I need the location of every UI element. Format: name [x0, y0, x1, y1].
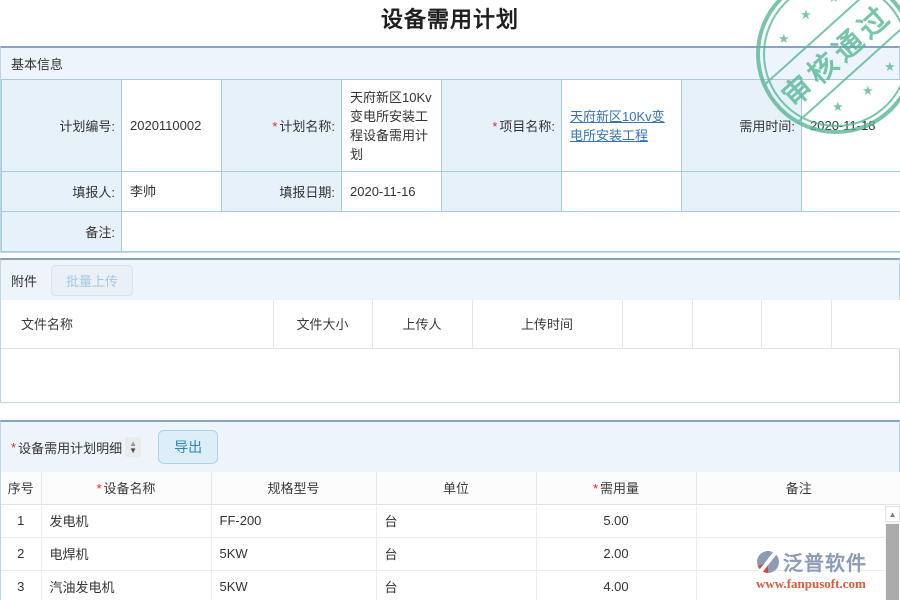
- page-title: 设备需用计划: [0, 2, 900, 34]
- cell-model: 5KW: [211, 537, 376, 570]
- need-time-value: 2020-11-18: [802, 80, 900, 172]
- col-empty: [761, 300, 831, 348]
- col-model: 规格型号: [211, 472, 376, 504]
- col-file-size: 文件大小: [273, 300, 372, 348]
- plan-name-label: *计划名称:: [222, 80, 342, 172]
- cell-name: 汽油发电机: [41, 570, 211, 600]
- empty-label-cell: [442, 172, 562, 212]
- need-time-label: 需用时间:: [682, 80, 802, 172]
- attachments-header-row: 文件名称 文件大小 上传人 上传时间: [1, 300, 900, 348]
- sort-icon[interactable]: ▲ ▼: [125, 437, 141, 457]
- cell-unit: 台: [376, 537, 536, 570]
- cell-qty: 5.00: [536, 504, 696, 537]
- scrollbar-thumb[interactable]: [886, 524, 899, 600]
- col-qty: *需用量: [536, 472, 696, 504]
- cell-name: 电焊机: [41, 537, 211, 570]
- export-button[interactable]: 导出: [158, 430, 218, 464]
- col-file-name: 文件名称: [1, 300, 273, 348]
- remark-value: [122, 212, 900, 252]
- col-empty: [831, 300, 900, 348]
- attachments-title: 附件: [11, 271, 37, 290]
- col-empty: [622, 300, 692, 348]
- col-remark: 备注: [696, 472, 900, 504]
- page: 设备需用计划 ★ ★ ★ ★ ★ ★ 审核通过 基本信息 计划编号: 20201…: [0, 0, 900, 600]
- fanpu-logo-icon: [756, 550, 780, 574]
- col-uploader: 上传人: [372, 300, 472, 348]
- attachments-section: 附件 批量上传 文件名称 文件大小 上传人 上传时间: [0, 258, 900, 403]
- cell-no: 3: [1, 570, 41, 600]
- fanpu-logo: 泛普软件 www.fanpusoft.com: [756, 547, 888, 592]
- remark-label: 备注:: [2, 212, 122, 252]
- attachments-table: 文件名称 文件大小 上传人 上传时间: [1, 300, 900, 349]
- fanpu-logo-text: 泛普软件: [783, 547, 867, 576]
- project-name-label: *项目名称:: [442, 80, 562, 172]
- detail-scrollbar[interactable]: ▲: [885, 506, 900, 600]
- col-empty: [692, 300, 761, 348]
- report-date-value: 2020-11-16: [342, 172, 442, 212]
- col-equipment-name: *设备名称: [41, 472, 211, 504]
- col-upload-time: 上传时间: [472, 300, 622, 348]
- detail-header: * 设备需用计划明细 ▲ ▼ 导出: [1, 422, 899, 472]
- cell-remark: [696, 504, 900, 537]
- cell-unit: 台: [376, 504, 536, 537]
- plan-name-value: 天府新区10Kv变电所安装工程设备需用计划: [342, 80, 442, 172]
- table-row: 1 发电机 FF-200 台 5.00: [1, 504, 900, 537]
- detail-header-row: 序号 *设备名称 规格型号 单位 *需用量 备注: [1, 472, 900, 504]
- cell-model: FF-200: [211, 504, 376, 537]
- project-link[interactable]: 天府新区10Kv变电所安装工程: [570, 109, 665, 143]
- cell-name: 发电机: [41, 504, 211, 537]
- attachments-empty-area: [1, 349, 899, 404]
- project-name-value: 天府新区10Kv变电所安装工程: [562, 80, 682, 172]
- basic-info-header: 基本信息: [1, 48, 899, 79]
- cell-no: 2: [1, 537, 41, 570]
- col-no: 序号: [1, 472, 41, 504]
- scroll-up-button[interactable]: ▲: [885, 506, 900, 522]
- required-marker: *: [492, 119, 497, 134]
- scroll-up-icon: ▲: [889, 510, 897, 519]
- col-unit: 单位: [376, 472, 536, 504]
- cell-no: 1: [1, 504, 41, 537]
- sort-desc-icon: ▼: [129, 447, 137, 455]
- empty-value-cell: [802, 172, 900, 212]
- required-marker: *: [11, 440, 16, 455]
- basic-info-form: 计划编号: 2020110002 *计划名称: 天府新区10Kv变电所安装工程设…: [1, 79, 900, 252]
- empty-value-cell: [562, 172, 682, 212]
- reporter-label: 填报人:: [2, 172, 122, 212]
- attachments-header: 附件 批量上传: [1, 260, 899, 300]
- empty-label-cell: [682, 172, 802, 212]
- fanpu-logo-url: www.fanpusoft.com: [756, 576, 888, 592]
- basic-info-section: 基本信息 计划编号: 2020110002 *计划名称: 天府新区10Kv变电所…: [0, 46, 900, 253]
- cell-unit: 台: [376, 570, 536, 600]
- cell-qty: 2.00: [536, 537, 696, 570]
- cell-qty: 4.00: [536, 570, 696, 600]
- detail-title: 设备需用计划明细: [18, 438, 122, 457]
- plan-no-label: 计划编号:: [2, 80, 122, 172]
- basic-info-title: 基本信息: [11, 54, 63, 73]
- required-marker: *: [272, 119, 277, 134]
- batch-upload-button[interactable]: 批量上传: [51, 265, 133, 296]
- required-marker: *: [593, 481, 598, 496]
- cell-model: 5KW: [211, 570, 376, 600]
- report-date-label: 填报日期:: [222, 172, 342, 212]
- required-marker: *: [96, 481, 101, 496]
- reporter-value: 李帅: [122, 172, 222, 212]
- plan-no-value: 2020110002: [122, 80, 222, 172]
